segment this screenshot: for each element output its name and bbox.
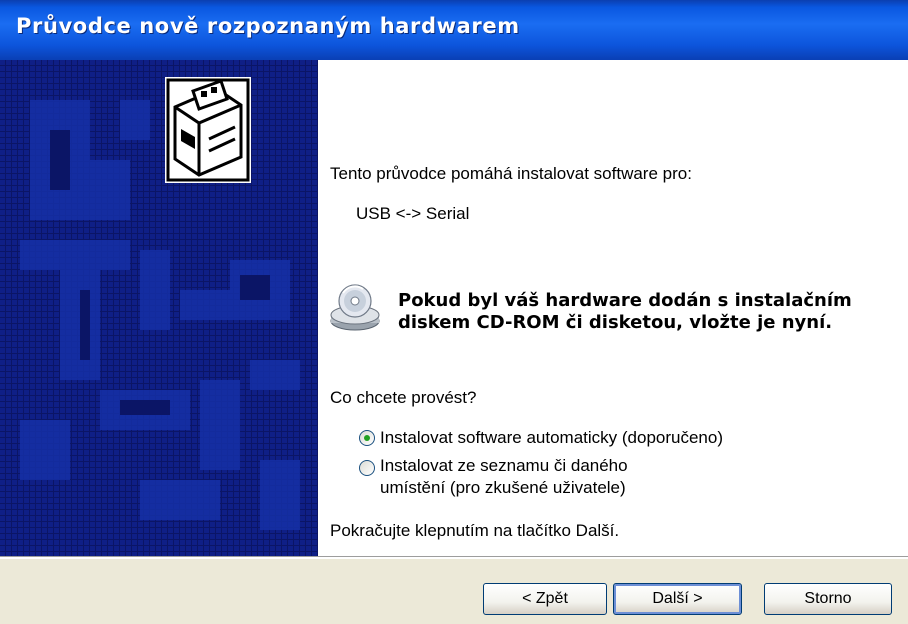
title-bar[interactable]: Průvodce nově rozpoznaným hardwarem (0, 0, 908, 60)
cd-prompt-line1: Pokud byl váš hardware dodán s instalačn… (398, 290, 852, 311)
device-name: USB <-> Serial (356, 204, 470, 223)
question-text: Co chcete provést? (330, 388, 477, 407)
cd-prompt-line2: diskem CD-ROM či disketou, vložte je nyn… (398, 312, 833, 333)
hardware-wizard-icon (165, 77, 251, 183)
back-button[interactable]: < Zpět (483, 583, 607, 615)
option-from-list-label-line2[interactable]: umístění (pro zkušené uživatele) (380, 478, 626, 498)
radio-selected-dot (364, 435, 370, 441)
wizard-window: Průvodce nově rozpoznaným hardwarem Tent… (0, 0, 908, 624)
radio-automatic[interactable] (359, 430, 375, 446)
radio-from-list[interactable] (359, 460, 375, 476)
continue-hint: Pokračujte klepnutím na tlačítko Další. (330, 521, 620, 540)
window-title: Průvodce nově rozpoznaným hardwarem (16, 14, 520, 38)
cancel-button[interactable]: Storno (764, 583, 892, 615)
next-button[interactable]: Další > (613, 583, 742, 615)
option-from-list-label-line1[interactable]: Instalovat ze seznamu či daného (380, 456, 628, 476)
option-automatic-label[interactable]: Instalovat software automaticky (doporuč… (380, 428, 723, 448)
intro-text: Tento průvodce pomáhá instalovat softwar… (330, 164, 692, 183)
cd-prompt-message: Pokud byl váš hardware dodán s instalačn… (398, 290, 878, 334)
wizard-sidebar-banner (0, 60, 318, 556)
sidebar-pattern (0, 60, 318, 556)
cd-rom-icon (329, 283, 381, 335)
